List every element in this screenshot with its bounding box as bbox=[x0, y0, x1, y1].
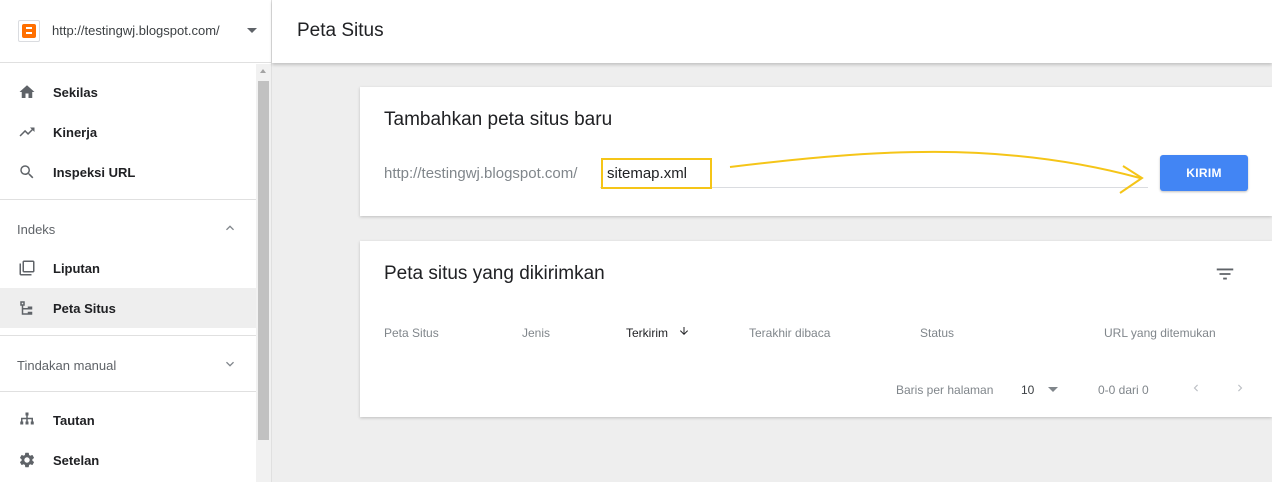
card-title: Peta situs yang dikirimkan bbox=[384, 263, 605, 284]
page-header: Peta Situs bbox=[272, 0, 1272, 63]
nav-item-inspeksi-url[interactable]: Inspeksi URL bbox=[0, 152, 256, 192]
nav-item-kinerja[interactable]: Kinerja bbox=[0, 112, 256, 152]
column-header-sorted[interactable]: Terkirim bbox=[626, 326, 668, 340]
property-selector[interactable]: http://testingwj.blogspot.com/ bbox=[0, 0, 272, 63]
next-page-icon[interactable] bbox=[1233, 381, 1247, 395]
blogger-logo-icon bbox=[18, 20, 40, 42]
nav-label: Tautan bbox=[53, 413, 95, 428]
nav-divider bbox=[0, 391, 256, 392]
search-icon bbox=[20, 165, 34, 179]
scroll-up-arrow-icon[interactable] bbox=[260, 69, 266, 73]
column-header[interactable]: Jenis bbox=[522, 326, 550, 340]
section-indeks[interactable]: Indeks bbox=[0, 208, 256, 248]
page-title: Peta Situs bbox=[297, 20, 384, 41]
chevron-up-icon bbox=[226, 225, 234, 231]
submitted-sitemaps-card: Peta situs yang dikirimkan Peta Situs Je… bbox=[360, 241, 1272, 417]
sidebar-scrollbar-thumb[interactable] bbox=[258, 81, 269, 440]
nav-label: Liputan bbox=[53, 261, 100, 276]
column-header[interactable]: Status bbox=[920, 326, 954, 340]
copy-icon bbox=[19, 260, 35, 276]
pagination-range: 0-0 dari 0 bbox=[1098, 383, 1149, 397]
sort-arrow-down-icon[interactable] bbox=[678, 325, 690, 337]
previous-page-icon[interactable] bbox=[1189, 381, 1203, 395]
section-label: Indeks bbox=[17, 222, 56, 237]
column-header[interactable]: Peta Situs bbox=[384, 326, 439, 340]
add-sitemap-card: Tambahkan peta situs baru http://testing… bbox=[360, 87, 1272, 216]
nav-label: Kinerja bbox=[53, 125, 98, 140]
nav-item-sekilas[interactable]: Sekilas bbox=[0, 72, 256, 112]
nav-label: Sekilas bbox=[53, 85, 98, 100]
column-header[interactable]: URL yang ditemukan bbox=[1104, 326, 1216, 340]
nav-item-liputan[interactable]: Liputan bbox=[0, 248, 256, 288]
nav-item-tautan[interactable]: Tautan bbox=[0, 400, 256, 440]
nav-divider bbox=[0, 199, 256, 200]
nav-label: Setelan bbox=[53, 453, 100, 468]
home-icon bbox=[19, 85, 35, 98]
rows-per-page-dropdown-icon[interactable] bbox=[1048, 387, 1058, 392]
sitemap-icon bbox=[20, 301, 33, 315]
rows-per-page-select[interactable]: 10 bbox=[1021, 383, 1034, 397]
chevron-down-icon bbox=[226, 361, 234, 367]
dropdown-caret-icon bbox=[247, 28, 257, 33]
nav-label: Inspeksi URL bbox=[53, 165, 136, 180]
column-header[interactable]: Terakhir dibaca bbox=[749, 326, 830, 340]
property-url: http://testingwj.blogspot.com/ bbox=[52, 23, 220, 38]
settings-icon bbox=[19, 452, 35, 468]
submit-button[interactable]: KIRIM bbox=[1160, 155, 1248, 191]
sitemap-url-prefix: http://testingwj.blogspot.com/ bbox=[384, 165, 578, 182]
sitemap-url-input[interactable]: sitemap.xml bbox=[601, 158, 712, 189]
rows-per-page-label: Baris per halaman bbox=[896, 383, 994, 397]
nav-divider bbox=[0, 335, 256, 336]
nav-item-peta-situs[interactable]: Peta Situs bbox=[0, 288, 256, 328]
section-label: Tindakan manual bbox=[17, 358, 117, 373]
section-tindakan-manual[interactable]: Tindakan manual bbox=[0, 344, 256, 384]
nav-item-setelan[interactable]: Setelan bbox=[0, 440, 256, 480]
card-title: Tambahkan peta situs baru bbox=[384, 109, 613, 130]
links-icon bbox=[20, 412, 34, 425]
nav-label: Peta Situs bbox=[53, 301, 116, 316]
sidebar: http://testingwj.blogspot.com/ Sekilas K… bbox=[0, 0, 272, 482]
trending-up-icon bbox=[19, 127, 35, 137]
filter-icon[interactable] bbox=[1214, 263, 1236, 285]
